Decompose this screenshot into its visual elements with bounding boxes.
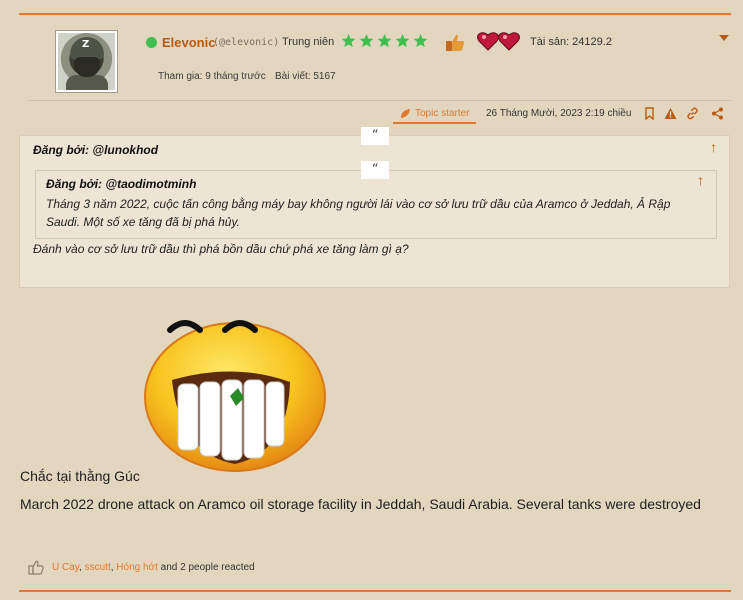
user-assets: Tài sản: 24129.2 [530,36,612,48]
reaction-user-link[interactable]: U Cay [52,562,79,573]
star-icon [413,33,428,48]
post-count: Bài viết: 5167 [275,71,336,82]
star-icon [341,33,356,48]
quote-text-line: Saudi. Một số xe tăng đã bị phá hủy. [46,215,240,229]
topic-starter-badge: Topic starter [393,105,477,124]
reaction-user-link[interactable]: sscutt [85,562,111,573]
link-icon[interactable] [686,107,699,120]
quote-author[interactable]: Đăng bởi: @lunokhod [33,143,158,157]
warning-icon[interactable] [664,107,677,120]
quote-author[interactable]: Đăng bởi: @taodimotminh [46,177,196,191]
star-icon [359,33,374,48]
thumbs-up-icon[interactable] [28,560,44,575]
post-body-line: Chắc tại thằng Gúc [20,468,140,484]
user-rank: Trung niên [282,36,335,48]
chevron-down-icon[interactable] [719,35,729,41]
thumbs-up-badge-icon [446,34,465,51]
user-handle: (@elevonic) [213,37,280,48]
avatar[interactable]: Z [55,30,118,93]
online-status-icon [146,37,157,48]
reactions-bar: U Cay, sscutt, Hóng hớt and 2 people rea… [28,560,255,575]
quote-mark-icon: “ [361,127,389,145]
topic-starter-label: Topic starter [415,108,470,119]
quote-jump-icon[interactable]: ↑ [710,139,717,155]
reaction-summary[interactable]: and 2 people reacted [158,562,255,573]
top-divider [19,13,731,15]
post-date[interactable]: 26 Tháng Mười, 2023 2:19 chiều [486,108,631,119]
quote-mark-icon: “ [361,161,389,179]
hearts-badge-icon [477,32,520,51]
rating-stars [341,33,428,48]
quote-text-line: Tháng 3 năm 2022, cuộc tấn công bằng máy… [46,197,671,211]
share-icon[interactable] [711,107,724,120]
post-body-line: March 2022 drone attack on Aramco oil st… [20,496,701,512]
bottom-divider [19,590,731,592]
meta-divider [28,100,731,101]
grinning-smiley-image [144,320,326,472]
quote-reply-text: Đánh vào cơ sở lưu trữ dầu thì phá bồn d… [33,242,409,256]
join-date: Tham gia: 9 tháng trước [158,71,266,82]
bookmark-icon[interactable] [643,107,656,120]
quote-jump-icon[interactable]: ↑ [697,172,704,188]
username-link[interactable]: Elevonic [162,35,215,50]
reaction-user-link[interactable]: Hóng hớt [116,562,158,573]
leaf-icon [401,109,410,118]
star-icon [377,33,392,48]
star-icon [395,33,410,48]
